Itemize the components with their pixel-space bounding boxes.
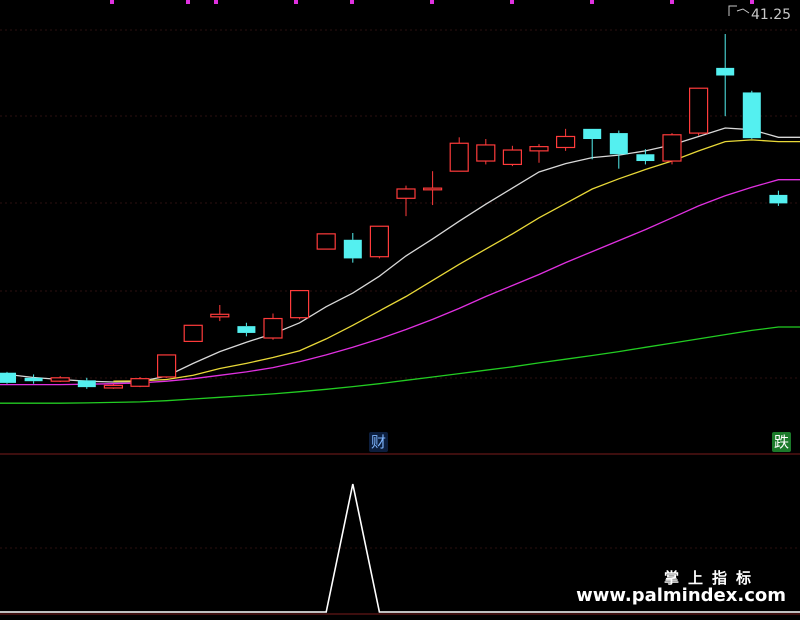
candle-body-up	[130, 378, 150, 387]
event-marker-die: 跌	[772, 432, 792, 452]
candle-25	[662, 133, 682, 165]
candle-body-up	[210, 313, 230, 318]
candle-12	[316, 233, 336, 250]
candle-body-down	[0, 372, 16, 383]
candle-19	[502, 145, 522, 167]
grid-lines	[0, 29, 800, 549]
top-dots	[110, 0, 754, 4]
last-price-pointer-tail	[736, 8, 750, 14]
top-dot-8	[670, 0, 674, 4]
candle-3	[77, 377, 96, 389]
candle-16	[423, 171, 443, 206]
candlesticks	[0, 34, 788, 389]
candle-body-down	[636, 154, 655, 162]
candle-body-up	[290, 289, 310, 319]
candle-body-up	[103, 384, 124, 389]
ma-line-2	[0, 179, 800, 386]
candle-9	[237, 322, 256, 337]
candle-body-up	[502, 149, 522, 166]
candle-body-up	[369, 225, 389, 258]
candle-body-up	[396, 188, 416, 199]
candle-18	[476, 139, 496, 165]
event-marker-cai: 财	[369, 432, 389, 452]
candle-22	[583, 128, 602, 160]
candle-body-down	[343, 239, 362, 259]
candle-body-down	[742, 92, 761, 139]
candle-body-up	[688, 87, 709, 134]
candle-body-down	[716, 67, 735, 76]
candle-body-down	[77, 380, 96, 388]
last-price-pointer	[728, 5, 737, 16]
candle-body-up	[316, 233, 336, 250]
candle-body-down	[609, 133, 628, 155]
candle-body-up	[476, 144, 496, 162]
ma-line-0	[0, 127, 800, 383]
candle-13	[343, 233, 362, 263]
candle-7	[183, 324, 203, 342]
candle-10	[263, 313, 283, 340]
candle-body-down	[583, 128, 602, 140]
top-dot-3	[294, 0, 298, 4]
top-dot-6	[510, 0, 514, 4]
candle-26	[688, 87, 709, 136]
top-dot-4	[350, 0, 354, 4]
candle-body-up	[529, 146, 549, 152]
candle-body-down	[769, 194, 788, 204]
candle-23	[609, 130, 628, 169]
candle-29	[769, 190, 788, 206]
candle-body-up	[423, 187, 443, 191]
top-dot-7	[590, 0, 594, 4]
candle-body-down	[24, 377, 43, 382]
candle-27	[716, 34, 735, 117]
candle-20	[529, 144, 549, 163]
candle-body-down	[237, 326, 256, 333]
candle-2	[50, 376, 70, 383]
candle-5	[130, 376, 150, 388]
candle-body-up	[50, 377, 70, 382]
candle-body-up	[183, 324, 203, 342]
candle-body-up	[449, 142, 469, 172]
top-dot-1	[186, 0, 190, 4]
top-dot-0	[110, 0, 114, 4]
candle-21	[555, 128, 576, 151]
top-dot-2	[214, 0, 218, 4]
candle-0	[0, 371, 16, 384]
candle-1	[24, 374, 43, 384]
candle-15	[396, 185, 416, 217]
candle-14	[369, 225, 389, 259]
candle-6	[157, 354, 177, 378]
candle-11	[290, 289, 310, 320]
watermark-url: www.palmindex.com	[576, 585, 786, 606]
top-dot-9	[750, 0, 754, 4]
candle-17	[449, 137, 469, 172]
candle-body-up	[662, 134, 682, 162]
candle-8	[210, 304, 230, 322]
candle-28	[742, 90, 761, 140]
candle-body-up	[263, 317, 283, 339]
candle-4	[103, 383, 124, 389]
top-dot-5	[430, 0, 434, 4]
stock-chart: 41.25	[0, 0, 800, 615]
ma-line-3	[0, 326, 800, 404]
ma-line-1	[113, 139, 800, 382]
candle-body-up	[555, 135, 576, 149]
candle-body-up	[157, 354, 177, 378]
last-price-marker: 41.25	[728, 5, 791, 23]
moving-average-lines	[0, 127, 800, 404]
last-price-label: 41.25	[751, 7, 791, 23]
